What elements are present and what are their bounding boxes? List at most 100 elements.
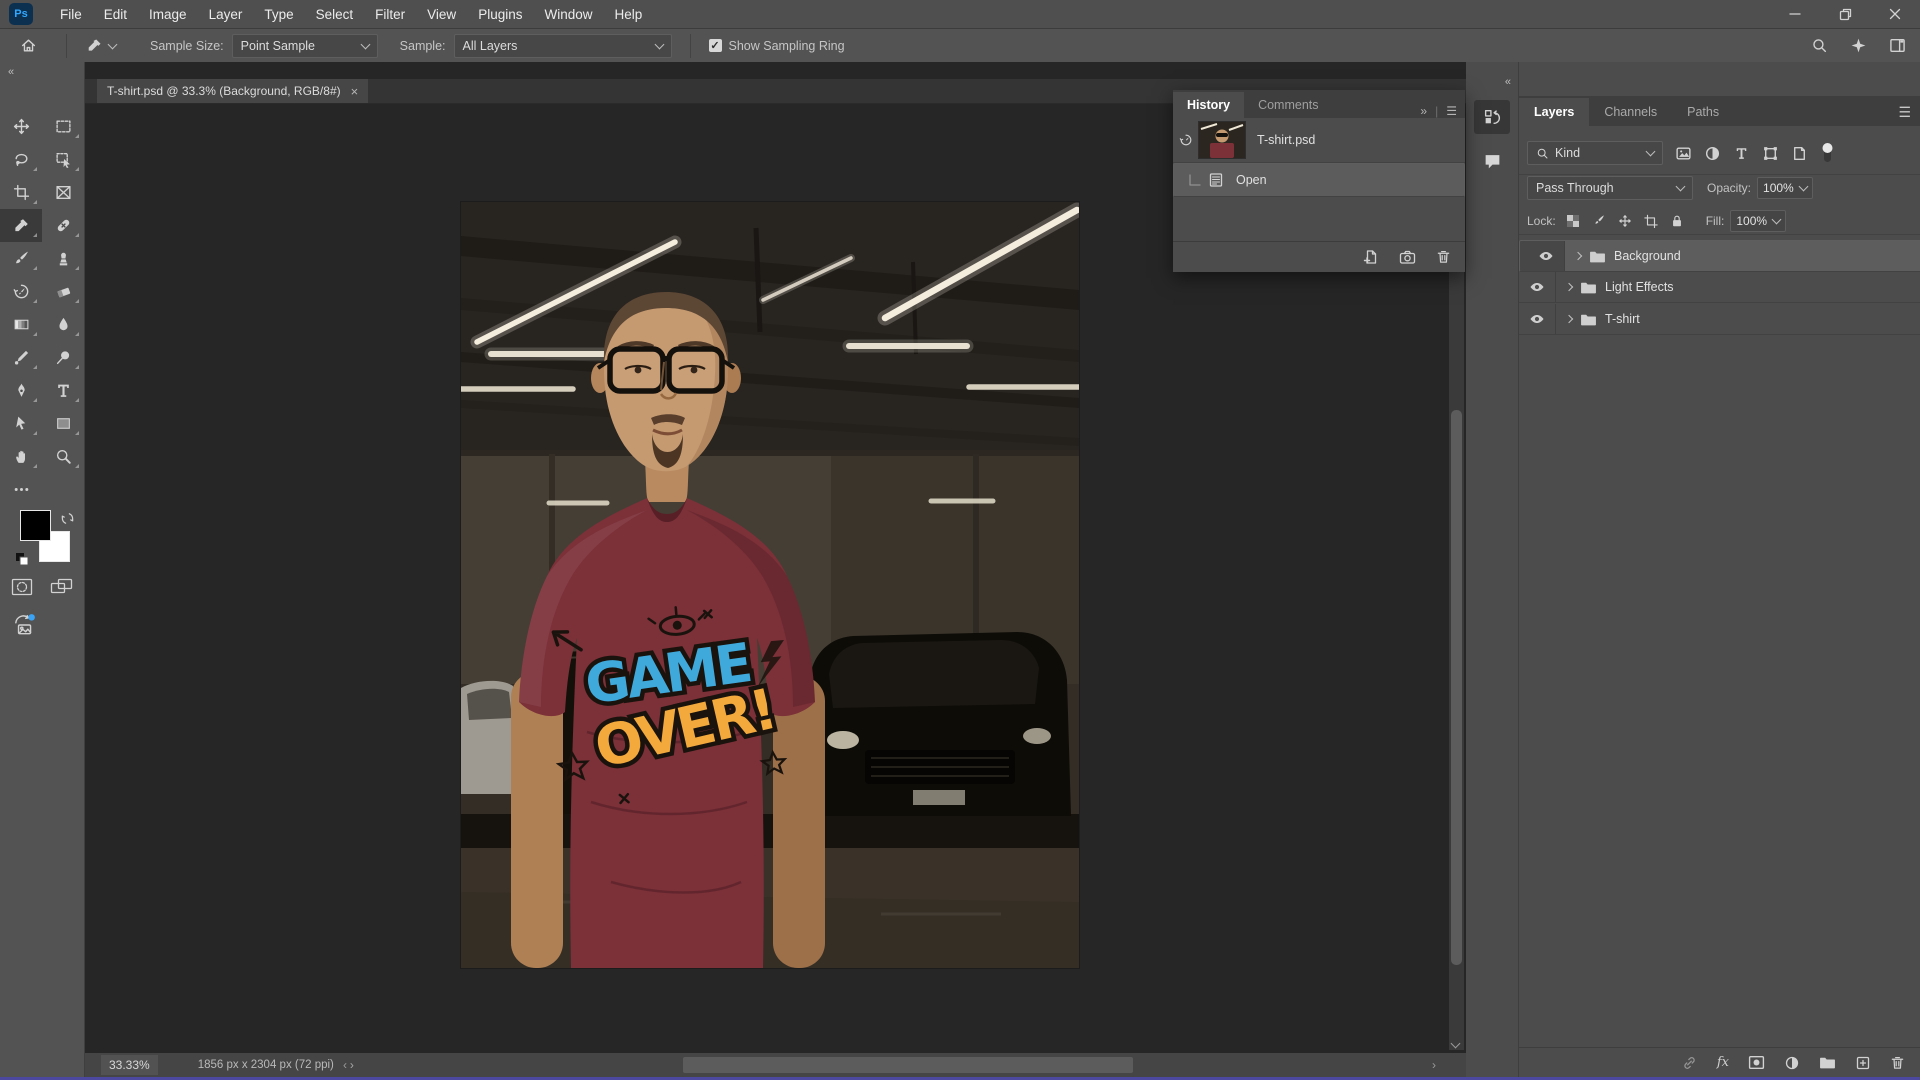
scroll-right-icon[interactable]: › bbox=[1432, 1058, 1436, 1072]
new-document-from-state-icon[interactable] bbox=[1363, 249, 1379, 265]
menu-filter[interactable]: Filter bbox=[364, 3, 416, 26]
quick-mask-icon[interactable] bbox=[11, 578, 33, 596]
layer-style-icon[interactable]: fx bbox=[1717, 1055, 1729, 1070]
workspace-icon[interactable] bbox=[1889, 37, 1906, 54]
menu-window[interactable]: Window bbox=[533, 3, 603, 26]
menu-plugins[interactable]: Plugins bbox=[467, 3, 533, 26]
horizontal-scrollbar[interactable]: ‹ › bbox=[343, 1057, 1436, 1073]
visibility-toggle[interactable] bbox=[1528, 241, 1565, 271]
layer-row-light-effects[interactable]: Light Effects bbox=[1519, 272, 1920, 303]
tool-spot-healing-brush[interactable] bbox=[42, 209, 84, 242]
tool-dodge[interactable] bbox=[42, 341, 84, 374]
tool-hand[interactable] bbox=[0, 440, 42, 473]
tab-comments[interactable]: Comments bbox=[1244, 92, 1332, 118]
horizontal-scrollbar-thumb[interactable] bbox=[683, 1057, 1133, 1073]
document-tab[interactable]: T-shirt.psd @ 33.3% (Background, RGB/8#)… bbox=[97, 79, 368, 103]
tool-move[interactable] bbox=[0, 110, 42, 143]
vertical-scrollbar-thumb[interactable] bbox=[1451, 410, 1462, 965]
filter-adjustment-button[interactable] bbox=[1704, 145, 1721, 162]
new-layer-icon[interactable] bbox=[1855, 1055, 1871, 1071]
menu-type[interactable]: Type bbox=[253, 3, 304, 26]
panel-menu-icon[interactable]: ☰ bbox=[1446, 104, 1457, 118]
panel-menu-icon[interactable]: ☰ bbox=[1898, 104, 1911, 126]
default-colors-icon[interactable] bbox=[14, 551, 30, 567]
filter-type-button[interactable] bbox=[1733, 145, 1750, 162]
sample-size-select[interactable]: Point Sample bbox=[232, 34, 378, 58]
blend-mode-select[interactable]: Pass Through bbox=[1527, 176, 1693, 200]
adjustment-layer-icon[interactable] bbox=[1784, 1055, 1800, 1071]
tool-path-selection[interactable] bbox=[0, 407, 42, 440]
edit-toolbar-button[interactable] bbox=[0, 473, 42, 506]
filter-type-select[interactable]: Kind bbox=[1527, 141, 1663, 165]
trash-icon[interactable] bbox=[1436, 249, 1451, 265]
filter-shape-button[interactable] bbox=[1762, 145, 1779, 162]
group-expand-icon[interactable] bbox=[1565, 315, 1573, 323]
zoom-level-input[interactable]: 33.33% bbox=[101, 1055, 158, 1075]
tool-type[interactable] bbox=[42, 374, 84, 407]
tool-pen[interactable] bbox=[0, 374, 42, 407]
collapse-tools-icon[interactable]: « bbox=[8, 66, 13, 78]
tool-brush[interactable] bbox=[0, 242, 42, 275]
filter-toggle-pin[interactable] bbox=[1820, 142, 1835, 164]
tool-eyedropper[interactable] bbox=[0, 209, 42, 242]
share-image-icon[interactable] bbox=[12, 613, 36, 637]
camera-icon[interactable] bbox=[1399, 249, 1416, 265]
layer-row-background[interactable]: Background bbox=[1519, 240, 1920, 272]
comments-panel-button[interactable] bbox=[1474, 144, 1510, 178]
expand-panels-icon[interactable]: « bbox=[1505, 76, 1510, 88]
visibility-toggle[interactable] bbox=[1519, 304, 1556, 334]
menu-help[interactable]: Help bbox=[603, 3, 653, 26]
tab-layers[interactable]: Layers bbox=[1519, 98, 1589, 126]
tool-zoom[interactable] bbox=[42, 440, 84, 473]
close-tab-icon[interactable]: × bbox=[351, 84, 359, 99]
menu-image[interactable]: Image bbox=[138, 3, 198, 26]
scroll-left-icon[interactable]: ‹ bbox=[343, 1058, 347, 1072]
tool-preset-eyedropper[interactable] bbox=[77, 37, 124, 55]
tool-rectangular-marquee[interactable] bbox=[42, 110, 84, 143]
menu-file[interactable]: File bbox=[49, 3, 93, 26]
collapse-panel-icon[interactable]: » bbox=[1420, 104, 1427, 118]
group-expand-icon[interactable] bbox=[1574, 252, 1582, 260]
lock-all-button[interactable] bbox=[1670, 214, 1684, 228]
search-icon[interactable] bbox=[1811, 37, 1828, 54]
close-button[interactable] bbox=[1870, 0, 1920, 28]
history-snapshot-row[interactable]: T-shirt.psd bbox=[1173, 118, 1465, 163]
tool-lasso[interactable] bbox=[0, 143, 42, 176]
lock-pixels-button[interactable] bbox=[1592, 214, 1606, 228]
show-sampling-ring-checkbox[interactable]: ✓ Show Sampling Ring bbox=[709, 39, 845, 53]
tool-rectangle[interactable] bbox=[42, 407, 84, 440]
document-canvas[interactable]: GAME GAME OVER! OVER! bbox=[461, 202, 1079, 968]
history-source-checkbox[interactable] bbox=[1182, 174, 1208, 186]
tool-gradient[interactable] bbox=[0, 308, 42, 341]
group-expand-icon[interactable] bbox=[1565, 283, 1573, 291]
screen-mode-icon[interactable] bbox=[50, 578, 74, 596]
restore-button[interactable] bbox=[1820, 0, 1870, 28]
new-group-icon[interactable] bbox=[1819, 1055, 1836, 1070]
filter-smart-object-button[interactable] bbox=[1791, 145, 1808, 162]
home-button[interactable] bbox=[0, 37, 56, 54]
menu-edit[interactable]: Edit bbox=[93, 3, 138, 26]
link-layers-icon[interactable] bbox=[1681, 1055, 1698, 1071]
layer-row-t-shirt[interactable]: T-shirt bbox=[1519, 304, 1920, 335]
delete-layer-icon[interactable] bbox=[1890, 1055, 1905, 1071]
layer-mask-icon[interactable] bbox=[1748, 1055, 1765, 1070]
menu-select[interactable]: Select bbox=[305, 3, 365, 26]
lock-position-button[interactable] bbox=[1618, 214, 1632, 228]
tab-channels[interactable]: Channels bbox=[1589, 98, 1672, 126]
menu-layer[interactable]: Layer bbox=[198, 3, 254, 26]
discover-icon[interactable] bbox=[1850, 37, 1867, 54]
history-state-row-open[interactable]: Open bbox=[1173, 163, 1465, 197]
swap-colors-icon[interactable] bbox=[60, 511, 75, 526]
tool-eraser[interactable] bbox=[42, 275, 84, 308]
tool-object-selection[interactable] bbox=[42, 143, 84, 176]
visibility-toggle[interactable] bbox=[1519, 272, 1556, 302]
lock-transparency-button[interactable] bbox=[1566, 214, 1580, 228]
foreground-color-swatch[interactable] bbox=[20, 510, 51, 541]
history-panel-button[interactable] bbox=[1474, 100, 1510, 134]
sample-select[interactable]: All Layers bbox=[454, 34, 672, 58]
tool-history-brush[interactable] bbox=[0, 275, 42, 308]
tool-clone-stamp[interactable] bbox=[42, 242, 84, 275]
tool-blur[interactable] bbox=[42, 308, 84, 341]
minimize-button[interactable] bbox=[1770, 0, 1820, 28]
tool-mixer-brush[interactable] bbox=[0, 341, 42, 374]
